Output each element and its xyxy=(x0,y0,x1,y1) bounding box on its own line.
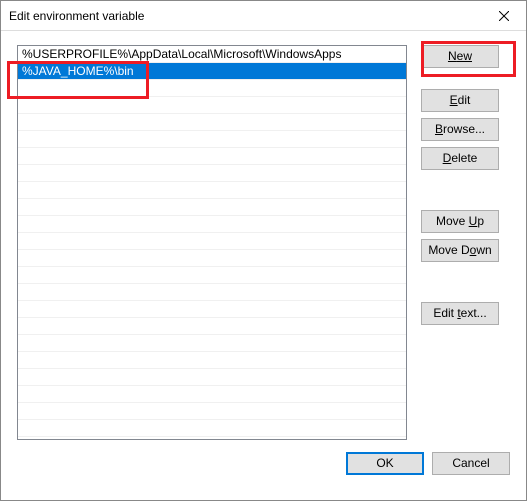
list-item[interactable] xyxy=(18,318,406,335)
list-item[interactable] xyxy=(18,352,406,369)
window-title: Edit environment variable xyxy=(9,9,481,23)
list-item[interactable] xyxy=(18,250,406,267)
browse-button[interactable]: Browse... xyxy=(421,118,499,141)
delete-button[interactable]: Delete xyxy=(421,147,499,170)
list-item[interactable] xyxy=(18,165,406,182)
button-column: New Edit Browse... Delete Move Up Move D… xyxy=(421,45,499,440)
ok-button[interactable]: OK xyxy=(346,452,424,475)
close-icon xyxy=(499,11,509,21)
list-item[interactable] xyxy=(18,114,406,131)
list-item[interactable] xyxy=(18,131,406,148)
list-item[interactable]: %USERPROFILE%\AppData\Local\Microsoft\Wi… xyxy=(18,46,406,63)
path-listbox[interactable]: %USERPROFILE%\AppData\Local\Microsoft\Wi… xyxy=(17,45,407,440)
dialog-content: %USERPROFILE%\AppData\Local\Microsoft\Wi… xyxy=(1,31,526,491)
list-item[interactable] xyxy=(18,403,406,420)
list-item[interactable] xyxy=(18,335,406,352)
list-item[interactable] xyxy=(18,182,406,199)
cancel-button[interactable]: Cancel xyxy=(432,452,510,475)
new-button[interactable]: New xyxy=(421,45,499,68)
close-button[interactable] xyxy=(481,1,526,30)
list-item[interactable] xyxy=(18,386,406,403)
list-item[interactable] xyxy=(18,284,406,301)
dialog-footer: OK Cancel xyxy=(17,452,510,475)
list-item[interactable] xyxy=(18,148,406,165)
list-item[interactable] xyxy=(18,97,406,114)
list-item[interactable]: %JAVA_HOME%\bin xyxy=(18,63,406,80)
list-item[interactable] xyxy=(18,369,406,386)
move-up-button[interactable]: Move Up xyxy=(421,210,499,233)
edit-button[interactable]: Edit xyxy=(421,89,499,112)
list-item[interactable] xyxy=(18,267,406,284)
list-item[interactable] xyxy=(18,80,406,97)
list-item[interactable] xyxy=(18,199,406,216)
edit-text-button[interactable]: Edit text... xyxy=(421,302,499,325)
list-item[interactable] xyxy=(18,216,406,233)
move-down-button[interactable]: Move Down xyxy=(421,239,499,262)
list-item[interactable] xyxy=(18,301,406,318)
list-item[interactable] xyxy=(18,420,406,437)
titlebar: Edit environment variable xyxy=(1,1,526,31)
list-item[interactable] xyxy=(18,233,406,250)
